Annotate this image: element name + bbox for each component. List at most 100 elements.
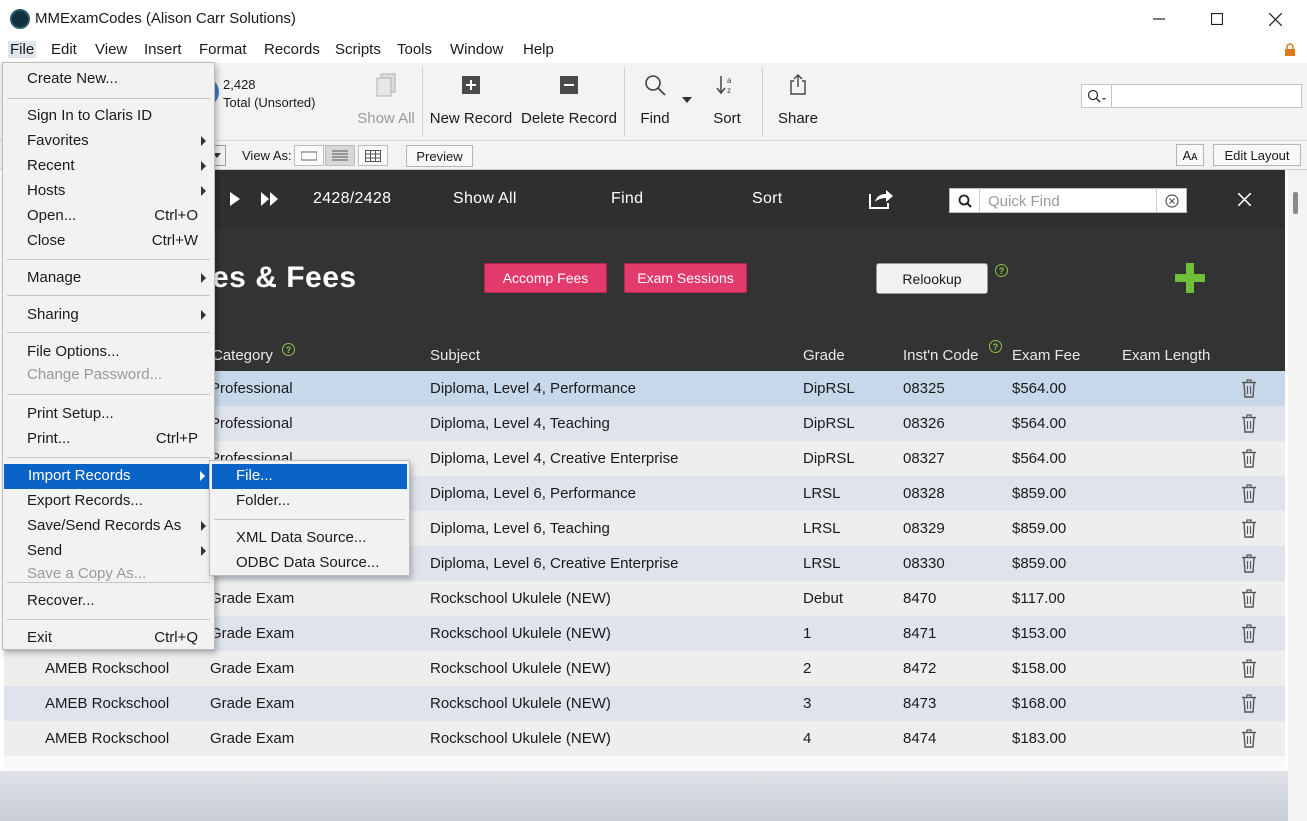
last-record-icon[interactable] bbox=[261, 192, 279, 206]
cell-fee[interactable]: $564.00 bbox=[1012, 450, 1066, 467]
trash-icon[interactable] bbox=[1241, 589, 1257, 608]
accomp-fees-button[interactable]: Accomp Fees bbox=[484, 263, 607, 293]
trash-icon[interactable] bbox=[1241, 624, 1257, 643]
trash-icon[interactable] bbox=[1241, 484, 1257, 503]
cell-category[interactable]: Grade Exam bbox=[210, 590, 294, 607]
cell-board[interactable]: AMEB Rockschool bbox=[45, 695, 169, 712]
file-menu-item-manage[interactable]: Manage bbox=[3, 266, 214, 291]
cell-grade[interactable]: LRSL bbox=[803, 485, 841, 502]
show-all-button[interactable]: Show All bbox=[353, 63, 419, 141]
cell-fee[interactable]: $183.00 bbox=[1012, 730, 1066, 747]
cell-category[interactable]: Grade Exam bbox=[210, 695, 294, 712]
cell-grade[interactable]: Debut bbox=[803, 590, 843, 607]
trash-icon[interactable] bbox=[1241, 379, 1257, 398]
cell-code[interactable]: 08327 bbox=[903, 450, 945, 467]
share-button[interactable]: Share bbox=[775, 63, 821, 141]
maximize-button[interactable] bbox=[1188, 0, 1246, 38]
cell-grade[interactable]: DipRSL bbox=[803, 450, 855, 467]
menu-insert[interactable]: Insert bbox=[142, 41, 184, 58]
cell-code[interactable]: 08330 bbox=[903, 555, 945, 572]
view-as-table-button[interactable] bbox=[358, 145, 388, 166]
category-help-icon[interactable]: ? bbox=[282, 343, 295, 356]
file-menu-item-recent[interactable]: Recent bbox=[3, 154, 214, 179]
cell-subject[interactable]: Diploma, Level 4, Performance bbox=[430, 380, 636, 397]
file-menu-item-sharing[interactable]: Sharing bbox=[3, 303, 214, 328]
trash-icon[interactable] bbox=[1241, 519, 1257, 538]
import-menu-item-folder[interactable]: Folder... bbox=[210, 489, 409, 514]
cell-code[interactable]: 08329 bbox=[903, 520, 945, 537]
edit-layout-button[interactable]: Edit Layout bbox=[1213, 144, 1301, 166]
column-header-grade[interactable]: Grade bbox=[803, 347, 845, 364]
cell-subject[interactable]: Rockschool Ukulele (NEW) bbox=[430, 590, 611, 607]
cell-category[interactable]: Professional bbox=[210, 380, 293, 397]
clear-search-icon[interactable] bbox=[1156, 189, 1186, 212]
cell-subject[interactable]: Diploma, Level 6, Performance bbox=[430, 485, 636, 502]
close-icon[interactable] bbox=[1238, 193, 1251, 206]
cell-grade[interactable]: 2 bbox=[803, 660, 811, 677]
close-window-button[interactable] bbox=[1246, 0, 1304, 38]
import-menu-item-odbc-data-source[interactable]: ODBC Data Source... bbox=[210, 551, 409, 576]
file-menu-item-sign-in-to-claris-id[interactable]: Sign In to Claris ID bbox=[3, 104, 214, 129]
cell-board[interactable]: AMEB Rockschool bbox=[45, 730, 169, 747]
nav-show-all[interactable]: Show All bbox=[453, 190, 517, 208]
trash-icon[interactable] bbox=[1241, 659, 1257, 678]
file-menu-item-close[interactable]: Close Ctrl+W bbox=[3, 229, 214, 254]
file-menu-item-file-options[interactable]: File Options... bbox=[3, 340, 214, 365]
find-dropdown-chevron-icon[interactable] bbox=[682, 97, 692, 103]
cell-grade[interactable]: LRSL bbox=[803, 520, 841, 537]
column-header-instn-code[interactable]: Inst'n Code bbox=[903, 347, 978, 364]
cell-category[interactable]: Grade Exam bbox=[210, 660, 294, 677]
cell-category[interactable]: Professional bbox=[210, 415, 293, 432]
menu-scripts[interactable]: Scripts bbox=[333, 41, 383, 58]
file-menu-item-favorites[interactable]: Favorites bbox=[3, 129, 214, 154]
find-button[interactable]: Find bbox=[633, 63, 677, 141]
cell-code[interactable]: 08325 bbox=[903, 380, 945, 397]
trash-icon[interactable] bbox=[1241, 554, 1257, 573]
delete-record-button[interactable]: Delete Record bbox=[519, 63, 619, 141]
cell-subject[interactable]: Diploma, Level 6, Teaching bbox=[430, 520, 610, 537]
search-icon[interactable] bbox=[1082, 85, 1112, 107]
column-header-subject[interactable]: Subject bbox=[430, 347, 480, 364]
vertical-scrollbar[interactable] bbox=[1288, 170, 1307, 821]
file-menu-item-print-setup[interactable]: Print Setup... bbox=[3, 402, 214, 427]
column-header-exam-fee[interactable]: Exam Fee bbox=[1012, 347, 1080, 364]
nav-find[interactable]: Find bbox=[611, 190, 643, 208]
file-menu-item-recover[interactable]: Recover... bbox=[3, 589, 214, 614]
trash-icon[interactable] bbox=[1241, 729, 1257, 748]
cell-fee[interactable]: $859.00 bbox=[1012, 555, 1066, 572]
view-as-form-button[interactable] bbox=[294, 145, 324, 166]
menu-edit[interactable]: Edit bbox=[49, 41, 79, 58]
export-icon[interactable] bbox=[868, 188, 894, 210]
file-menu-item-exit[interactable]: Exit Ctrl+Q bbox=[3, 626, 214, 651]
cell-grade[interactable]: 3 bbox=[803, 695, 811, 712]
trash-icon[interactable] bbox=[1241, 449, 1257, 468]
new-record-button[interactable]: New Record bbox=[428, 63, 514, 141]
cell-grade[interactable]: DipRSL bbox=[803, 380, 855, 397]
cell-subject[interactable]: Rockschool Ukulele (NEW) bbox=[430, 625, 611, 642]
cell-subject[interactable]: Rockschool Ukulele (NEW) bbox=[430, 695, 611, 712]
cell-category[interactable]: Grade Exam bbox=[210, 625, 294, 642]
minimize-button[interactable] bbox=[1130, 0, 1188, 38]
file-menu-item-send[interactable]: Send bbox=[3, 539, 214, 564]
file-menu-item-save-send-records-as[interactable]: Save/Send Records As bbox=[3, 514, 214, 539]
menu-format[interactable]: Format bbox=[197, 41, 249, 58]
cell-code[interactable]: 8470 bbox=[903, 590, 936, 607]
menu-records[interactable]: Records bbox=[262, 41, 322, 58]
sort-button[interactable]: az Sort bbox=[706, 63, 748, 141]
cell-grade[interactable]: DipRSL bbox=[803, 415, 855, 432]
column-header-category[interactable]: Category bbox=[212, 347, 273, 364]
table-row[interactable]: AMEB Rockschool Grade Exam Rockschool Ukul… bbox=[4, 651, 1285, 686]
table-row[interactable]: AMEB Rockschool Grade Exam Rockschool Ukul… bbox=[4, 721, 1285, 756]
import-menu-item-file[interactable]: File... bbox=[212, 464, 407, 489]
exam-sessions-button[interactable]: Exam Sessions bbox=[624, 263, 747, 293]
file-menu-item-export-records[interactable]: Export Records... bbox=[3, 489, 214, 514]
relookup-button[interactable]: Relookup bbox=[876, 263, 988, 294]
cell-fee[interactable]: $859.00 bbox=[1012, 485, 1066, 502]
cell-code[interactable]: 8472 bbox=[903, 660, 936, 677]
file-menu-item-import-records[interactable]: Import Records bbox=[4, 464, 213, 489]
add-record-plus-icon[interactable] bbox=[1175, 263, 1205, 293]
menu-help[interactable]: Help bbox=[521, 41, 556, 58]
cell-category[interactable]: Grade Exam bbox=[210, 730, 294, 747]
file-menu-item-create-new[interactable]: Create New... bbox=[3, 67, 214, 92]
cell-board[interactable]: AMEB Rockschool bbox=[45, 660, 169, 677]
